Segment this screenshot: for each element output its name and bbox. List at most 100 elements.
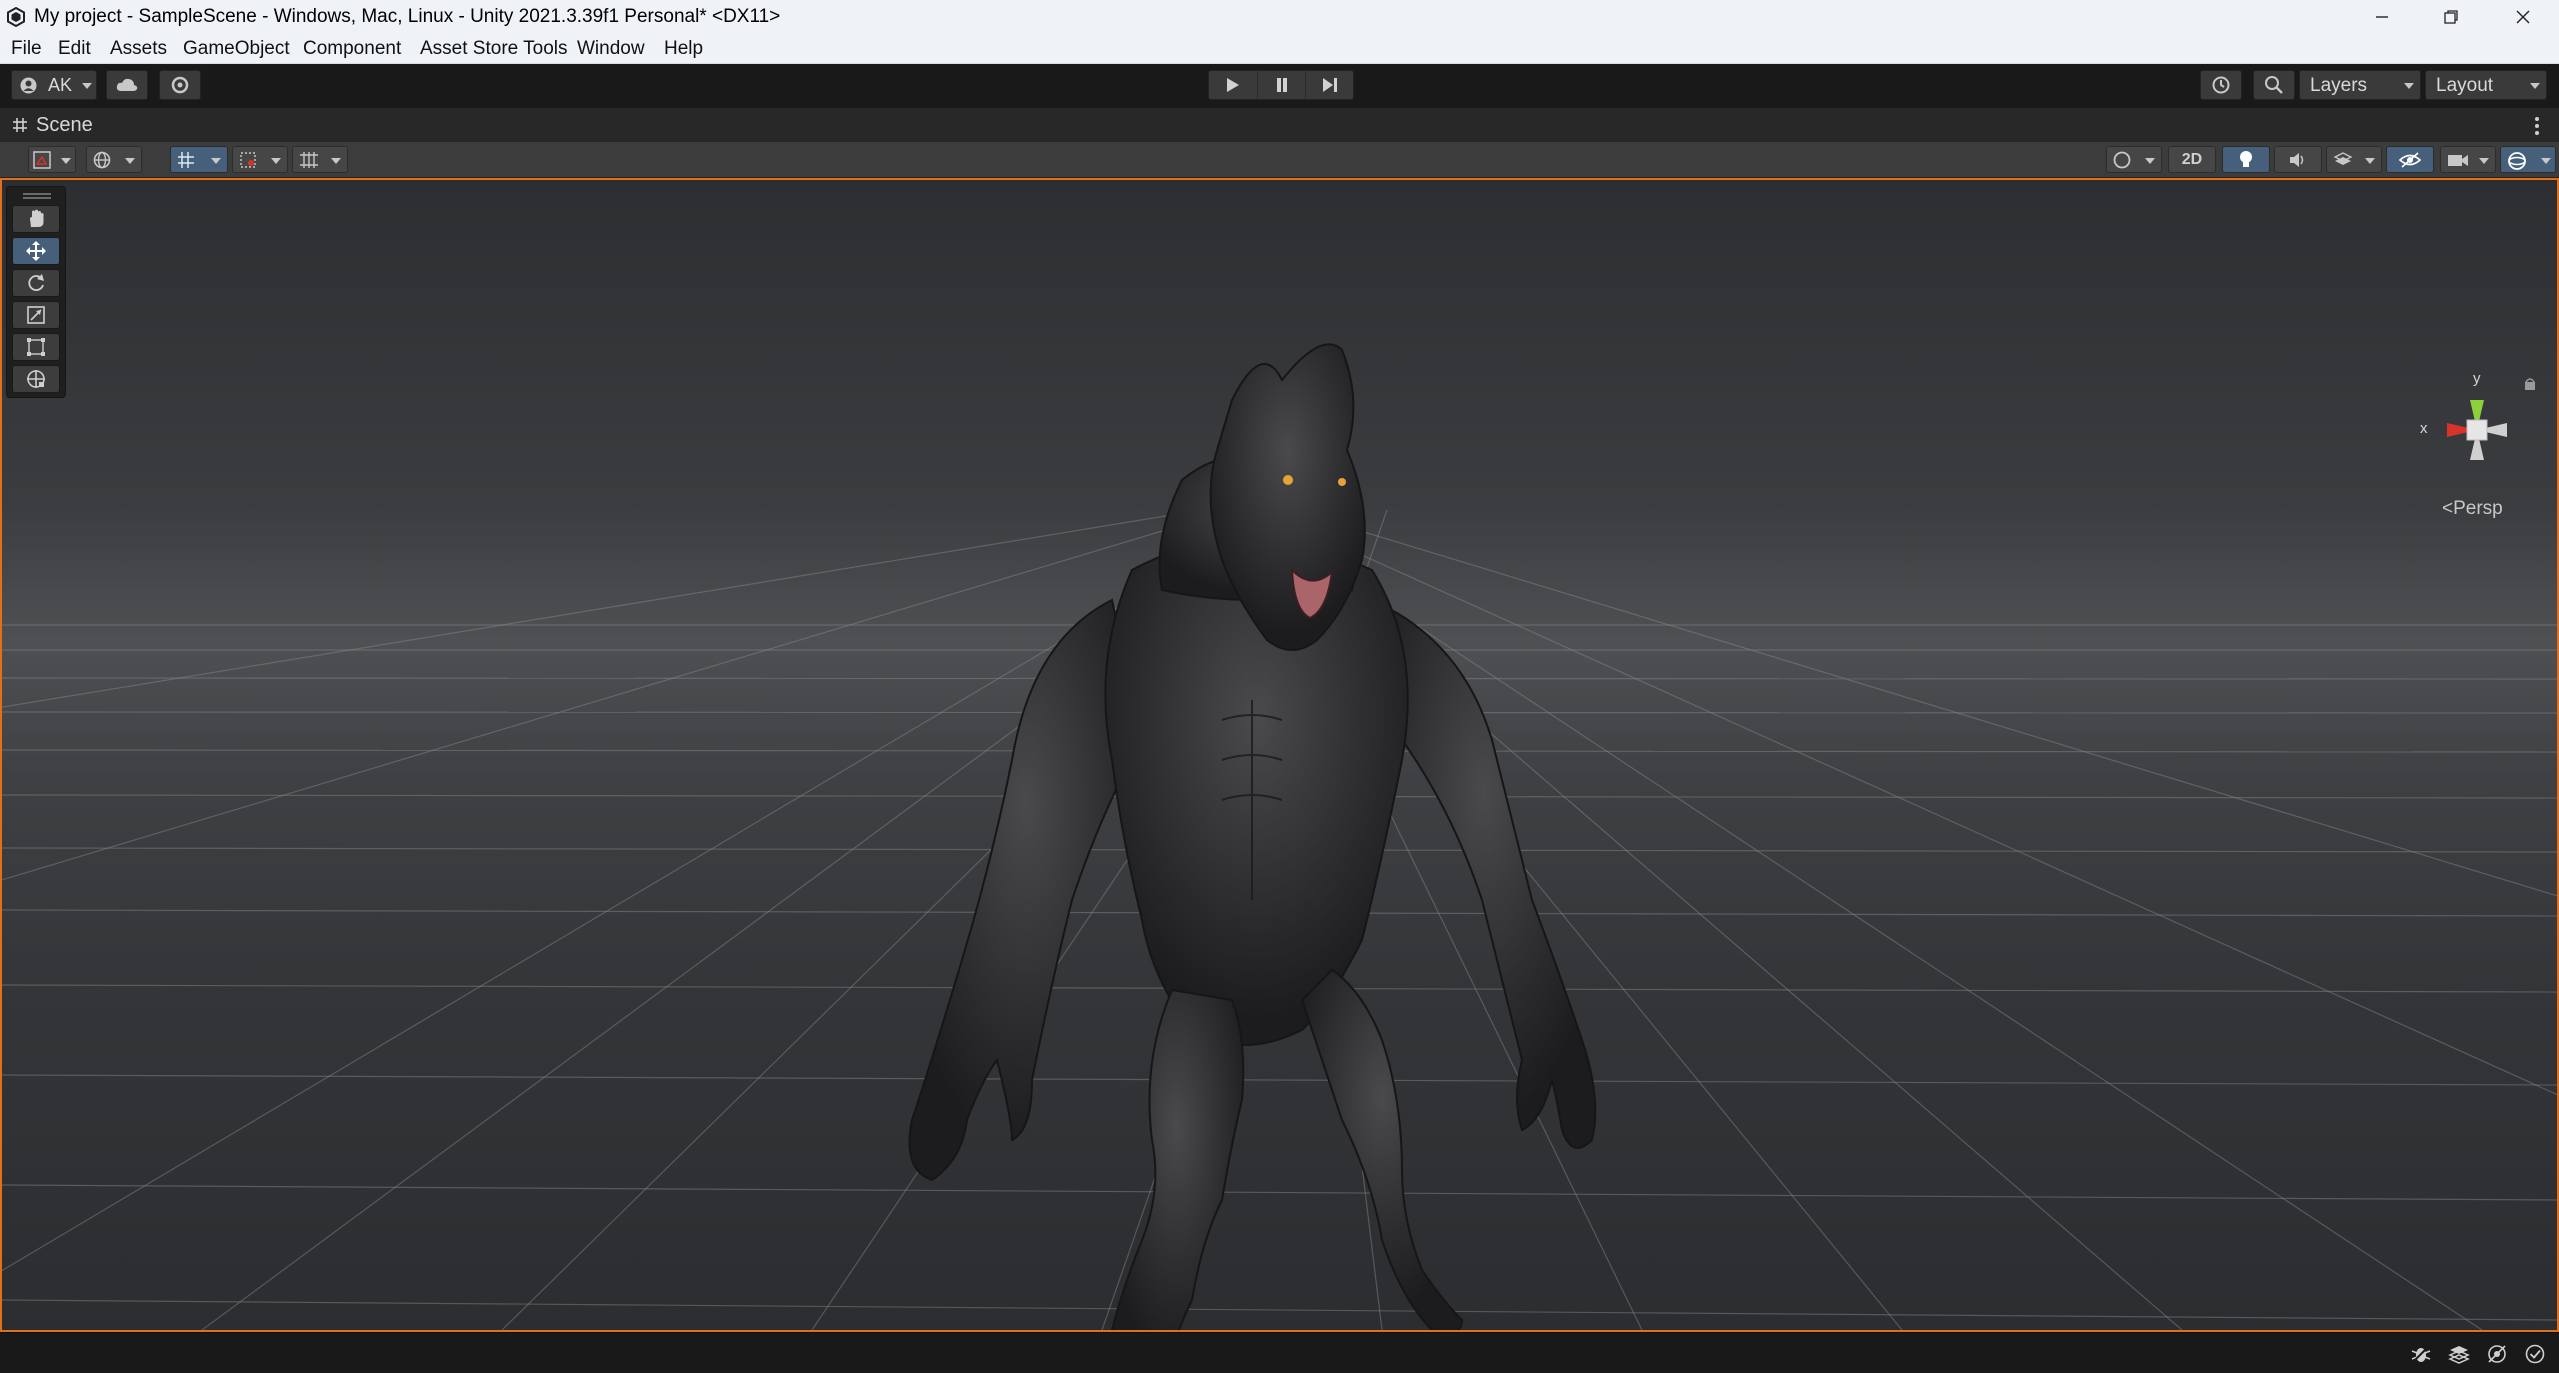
cloud-icon — [116, 78, 138, 91]
move-arrows-icon — [26, 241, 46, 261]
menu-file[interactable]: File — [11, 37, 42, 60]
menu-component[interactable]: Component — [303, 37, 401, 60]
account-dropdown[interactable]: AK — [11, 70, 97, 100]
transform-combined-icon — [27, 370, 45, 388]
tab-scene-label: Scene — [36, 114, 93, 136]
more-options-icon[interactable] — [2533, 116, 2541, 136]
draw-mode-dropdown[interactable] — [28, 146, 76, 173]
drag-handle-icon[interactable] — [23, 193, 51, 199]
chevron-down-icon — [2404, 83, 2414, 89]
chevron-down-icon — [331, 158, 341, 164]
menu-edit[interactable]: Edit — [58, 37, 91, 60]
draw-mode-icon — [33, 151, 51, 169]
menu-asset-store-tools[interactable]: Asset Store Tools — [420, 37, 568, 60]
play-controls — [1208, 70, 1354, 100]
incremental-snap-dropdown[interactable] — [232, 146, 288, 173]
pause-button[interactable] — [1257, 71, 1305, 99]
chevron-down-icon — [271, 158, 281, 164]
werewolf-eye-left — [1283, 475, 1293, 485]
audio-toggle[interactable] — [2274, 146, 2322, 173]
lightbulb-icon — [2240, 150, 2252, 167]
restore-button[interactable] — [2418, 0, 2484, 33]
minimize-icon — [2376, 15, 2388, 18]
tab-scene[interactable]: Scene — [0, 108, 110, 142]
window-title: My project - SampleScene - Windows, Mac,… — [34, 6, 781, 27]
chevron-down-icon — [61, 158, 71, 164]
snap-increment-icon — [240, 152, 256, 168]
search-button[interactable] — [2253, 70, 2295, 100]
restore-icon — [2444, 9, 2458, 24]
speaker-icon — [2290, 152, 2304, 167]
werewolf-model[interactable] — [902, 340, 1622, 1332]
transform-tool-button[interactable] — [12, 365, 60, 393]
close-button[interactable] — [2490, 0, 2556, 33]
rect-tool-button[interactable] — [12, 333, 60, 361]
chevron-down-icon — [82, 83, 92, 89]
layout-label: Layout — [2436, 75, 2494, 96]
rect-transform-icon — [27, 338, 45, 356]
gizmo-y-label: y — [2473, 370, 2481, 387]
projection-toggle[interactable]: <Persp — [2442, 498, 2503, 520]
grid-visibility-dropdown[interactable] — [292, 146, 348, 173]
chevron-down-icon — [2145, 158, 2155, 164]
chevron-down-icon — [2541, 158, 2551, 164]
scale-tool-button[interactable] — [12, 301, 60, 329]
grid-snapping-toggle[interactable] — [170, 146, 228, 173]
menu-assets[interactable]: Assets — [110, 37, 167, 60]
gear-icon — [171, 76, 189, 94]
scale-icon — [27, 306, 45, 324]
hand-tool-button[interactable] — [12, 205, 60, 233]
chevron-down-icon — [125, 158, 135, 164]
effects-dropdown[interactable] — [2326, 146, 2382, 173]
play-button[interactable] — [1209, 71, 1257, 99]
camera-dropdown[interactable] — [2440, 146, 2496, 173]
scene-viewport[interactable]: y x <Persp — [0, 178, 2559, 1332]
title-bar: My project - SampleScene - Windows, Mac,… — [0, 0, 2559, 33]
scene-view-toolbar: 2D — [0, 142, 2559, 178]
camera-icon — [2448, 155, 2468, 166]
rotate-tool-button[interactable] — [12, 269, 60, 297]
network-disabled-icon[interactable] — [2486, 1343, 2508, 1365]
unity-logo-icon — [7, 7, 25, 27]
scene-orientation-gizmo[interactable]: y x <Persp — [2402, 370, 2552, 530]
move-tool-button[interactable] — [12, 237, 60, 265]
grid-icon — [13, 118, 27, 132]
history-icon — [2212, 76, 2230, 94]
grid-snap-icon — [178, 152, 194, 168]
shading-sphere-icon — [2113, 151, 2131, 169]
debug-bug-icon[interactable] — [2410, 1343, 2432, 1365]
undo-history-button[interactable] — [2200, 70, 2242, 100]
minimize-button[interactable] — [2349, 0, 2415, 33]
step-icon — [1322, 78, 1337, 92]
step-button[interactable] — [1305, 71, 1353, 99]
grid-visibility-icon — [300, 152, 318, 168]
layers-stack-icon[interactable] — [2448, 1343, 2470, 1365]
menu-help[interactable]: Help — [664, 37, 703, 60]
chevron-down-icon — [211, 158, 221, 164]
pause-icon — [1276, 78, 1287, 92]
gizmos-dropdown[interactable] — [2500, 146, 2556, 173]
gizmo-globe-icon — [2508, 152, 2526, 170]
mode-2d-label: 2D — [2181, 150, 2203, 168]
shading-mode-dropdown[interactable] — [2106, 146, 2162, 173]
layers-dropdown[interactable]: Layers — [2299, 70, 2421, 100]
lighting-toggle[interactable] — [2222, 146, 2270, 173]
collab-button[interactable] — [159, 70, 201, 100]
global-local-dropdown[interactable] — [86, 146, 142, 173]
menu-window[interactable]: Window — [577, 37, 645, 60]
main-toolbar: AK Layers Layout — [0, 64, 2559, 108]
layout-dropdown[interactable]: Layout — [2425, 70, 2547, 100]
menu-gameobject[interactable]: GameObject — [183, 37, 290, 60]
cloud-button[interactable] — [106, 70, 148, 100]
hidden-objects-toggle[interactable] — [2386, 146, 2434, 173]
projection-label: Persp — [2453, 498, 2503, 519]
gizmo-x-label: x — [2420, 420, 2428, 437]
chevron-down-icon — [2479, 158, 2489, 164]
play-icon — [1227, 78, 1239, 92]
status-bar — [0, 1332, 2559, 1373]
mode-2d-toggle[interactable]: 2D — [2168, 146, 2216, 173]
check-circle-icon[interactable] — [2524, 1343, 2546, 1365]
chevron-down-icon — [2530, 83, 2540, 89]
chevron-left-icon: < — [2442, 498, 2454, 519]
search-icon — [2265, 76, 2283, 94]
